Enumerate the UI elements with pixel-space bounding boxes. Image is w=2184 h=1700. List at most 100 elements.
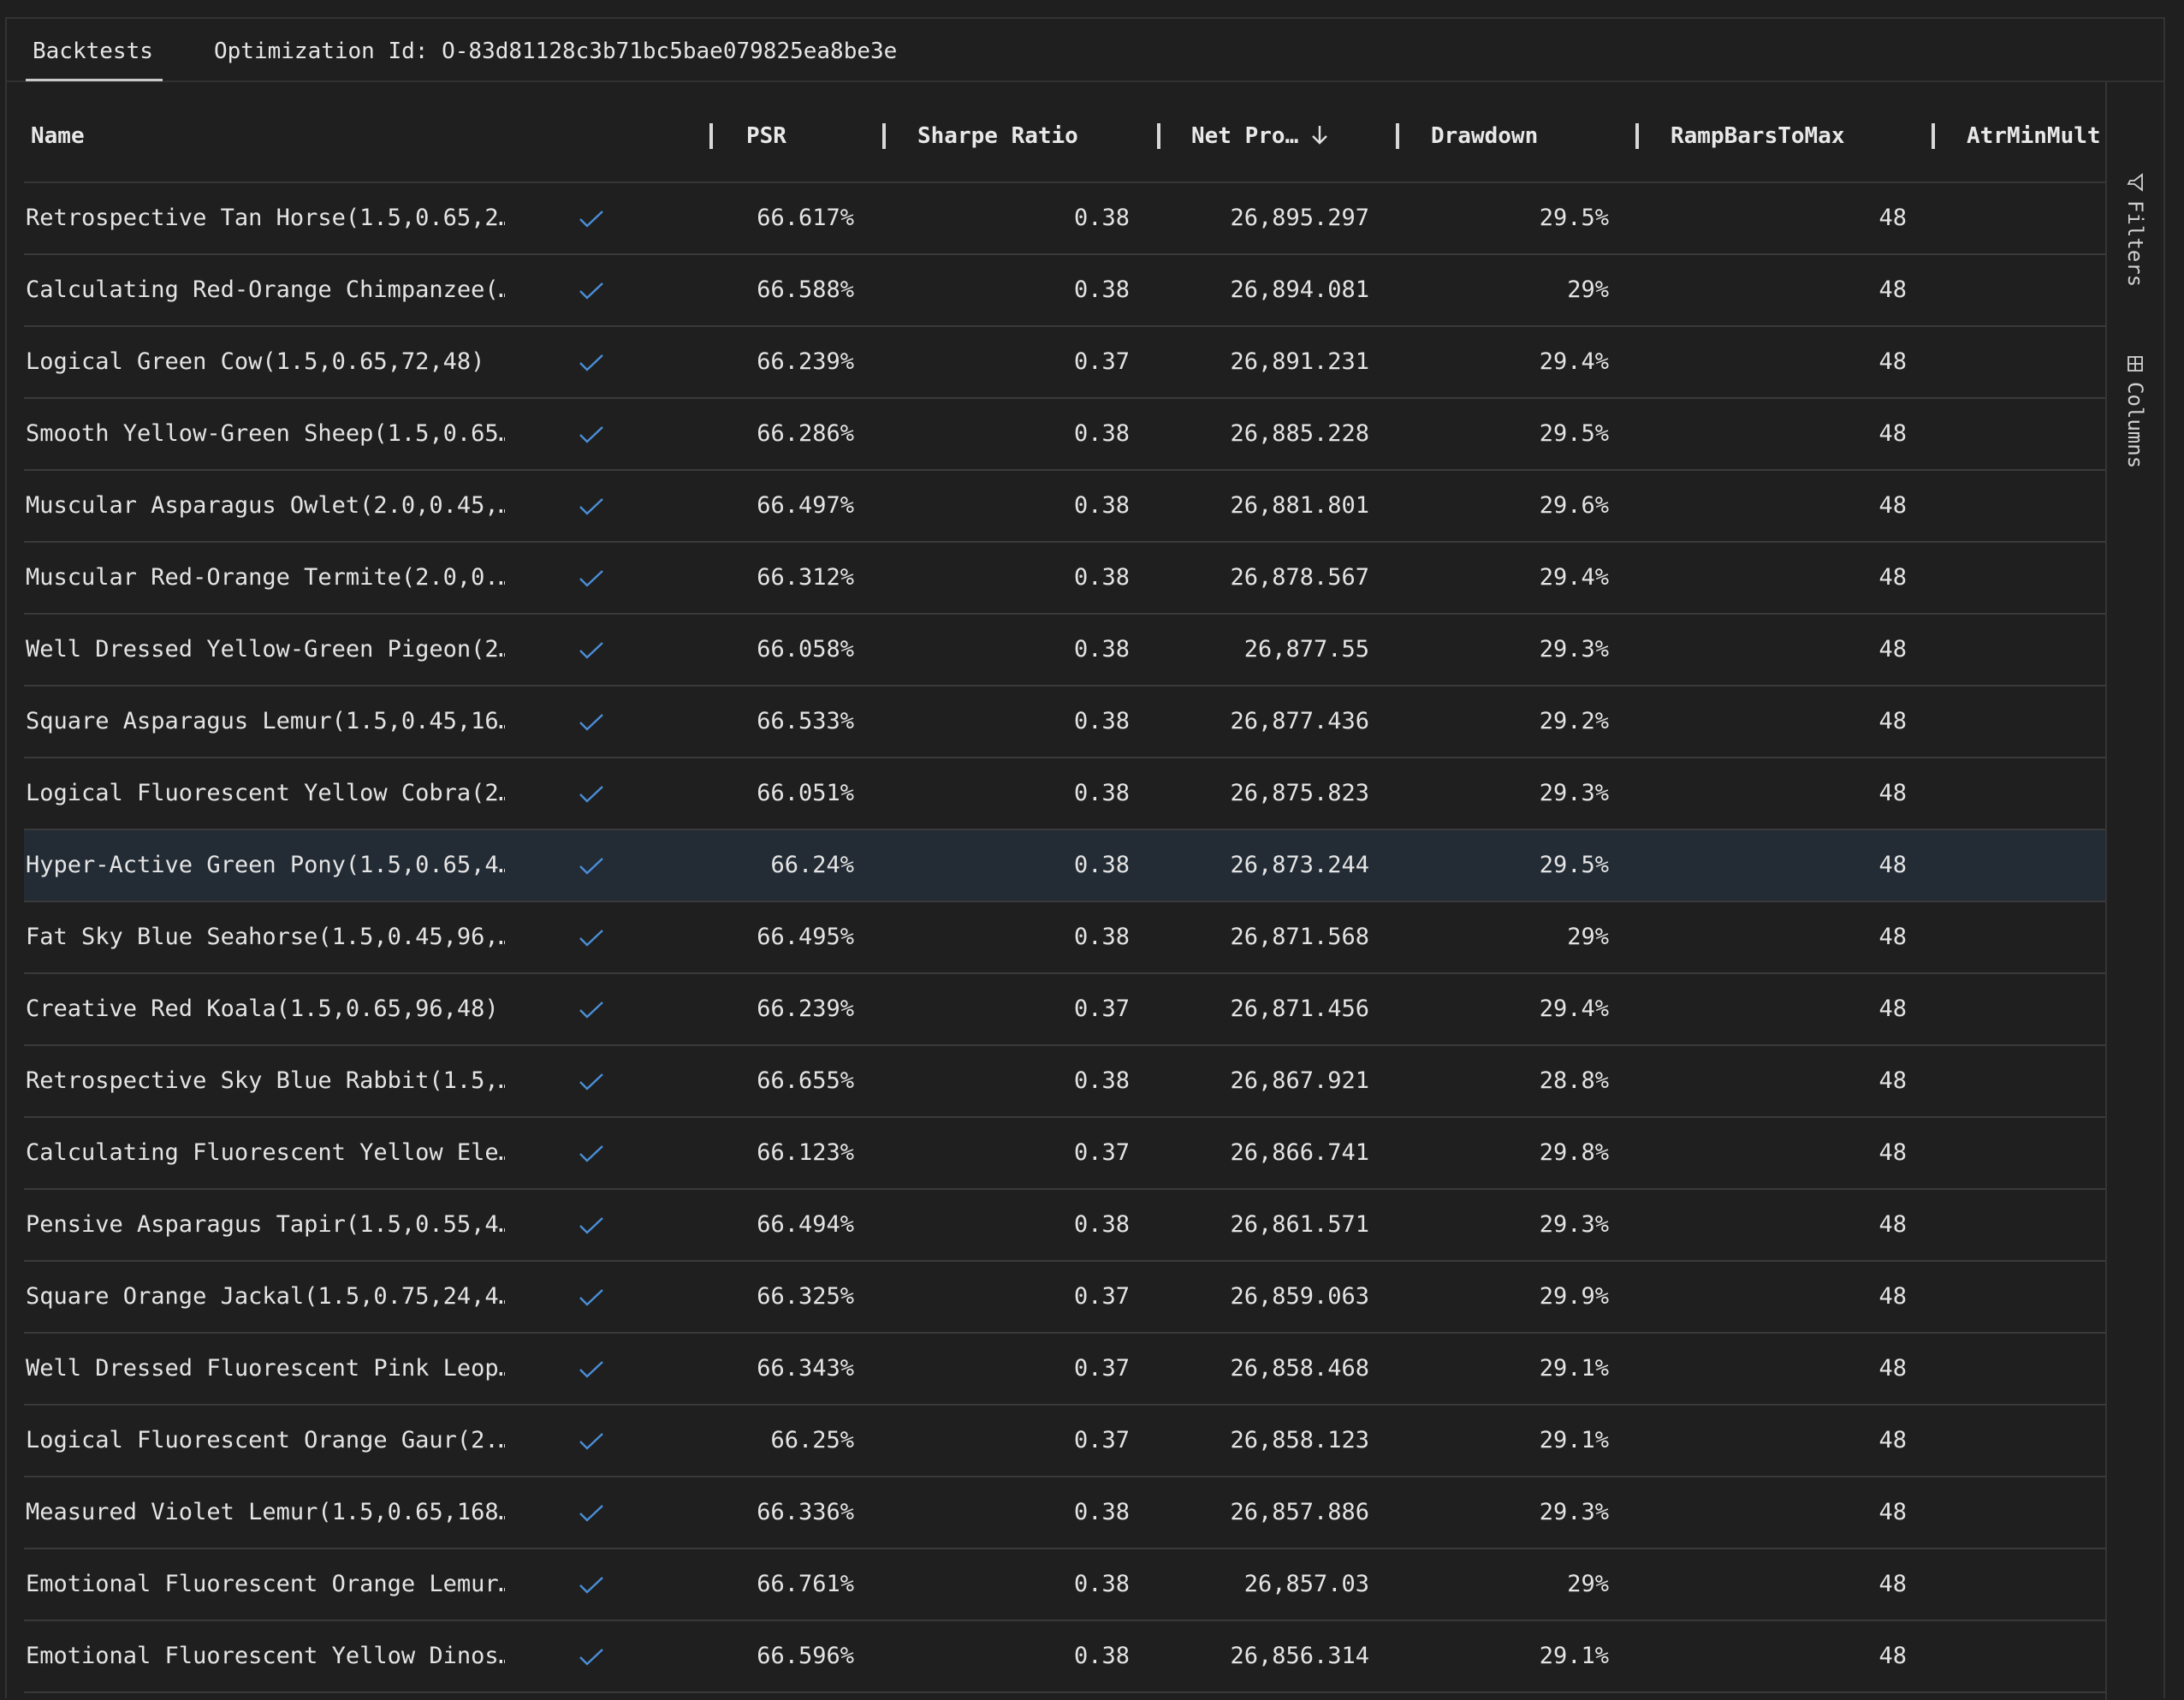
column-header-atr-min-mult[interactable]: AtrMinMult	[1967, 123, 2101, 149]
cell-net-profit: 26,871.456	[1230, 996, 1369, 1022]
table-row[interactable]: Retrospective Tan Horse(1.5,0.65,2… 66.61…	[24, 183, 2105, 255]
table-row[interactable]: Logical Green Cow(1.5,0.65,72,48) 66.239%…	[24, 327, 2105, 399]
cell-sharpe-ratio: 0.38	[1073, 420, 1130, 447]
cell-drawdown: 29.3%	[1539, 1211, 1609, 1238]
cell-ramp-bars-to-max: 48	[1878, 708, 1907, 734]
side-bar: Filters Columns	[2105, 82, 2163, 1700]
cell-net-profit: 26,861.571	[1230, 1211, 1369, 1238]
table-row[interactable]: Creative Red Koala(1.5,0.65,96,48) 66.239…	[24, 974, 2105, 1046]
cell-ramp-bars-to-max: 48	[1878, 1355, 1907, 1382]
cell-drawdown: 29%	[1567, 276, 1609, 303]
cell-name: Pensive Asparagus Tapir(1.5,0.55,4…	[26, 1211, 505, 1238]
table-row[interactable]: Smooth Yellow-Green Sheep(1.5,0.65… 66.28…	[24, 399, 2105, 471]
arrow-down-icon[interactable]	[1310, 123, 1329, 149]
cell-sharpe-ratio: 0.38	[1073, 1067, 1130, 1094]
cell-psr: 66.761%	[757, 1571, 854, 1597]
cell-name: Calculating Fluorescent Yellow Ele…	[26, 1139, 505, 1166]
grid-header: Name PSR Sharpe Ratio Net Pro… Drawdown …	[24, 82, 2105, 183]
column-resize-handle[interactable]	[1932, 123, 1935, 149]
column-header-drawdown[interactable]: Drawdown	[1431, 123, 1538, 149]
cell-sharpe-ratio: 0.37	[1073, 1283, 1130, 1310]
cell-drawdown: 29.4%	[1539, 996, 1609, 1022]
cell-ramp-bars-to-max: 48	[1878, 564, 1907, 591]
column-resize-handle[interactable]	[1396, 123, 1399, 149]
table-row[interactable]: Square Orange Jackal(1.5,0.75,24,4… 66.32…	[24, 1262, 2105, 1334]
cell-psr: 66.494%	[757, 1211, 854, 1238]
columns-button[interactable]: Columns	[2114, 354, 2157, 468]
cell-ramp-bars-to-max: 48	[1878, 996, 1907, 1022]
check-icon	[579, 471, 613, 541]
cell-net-profit: 26,867.921	[1230, 1067, 1369, 1094]
tab-backtests[interactable]: Backtests	[33, 33, 153, 70]
table-row[interactable]: Emotional Fluorescent Yellow Dinos… 66.59…	[24, 1621, 2105, 1693]
table-row[interactable]: Logical Fluorescent Yellow Cobra(2… 66.05…	[24, 758, 2105, 830]
column-header-psr[interactable]: PSR	[746, 123, 786, 149]
cell-psr: 66.051%	[757, 780, 854, 806]
cell-sharpe-ratio: 0.37	[1073, 1427, 1130, 1453]
table-row[interactable]: Hyper-Active Green Pony(1.5,0.65,4… 66.24…	[24, 830, 2105, 902]
filters-button[interactable]: Filters	[2114, 173, 2157, 287]
cell-drawdown: 29.2%	[1539, 708, 1609, 734]
table-row[interactable]: Square Asparagus Lemur(1.5,0.45,16… 66.53…	[24, 687, 2105, 758]
tab-optimization-id[interactable]: Optimization Id: O-83d81128c3b71bc5bae07…	[214, 33, 897, 70]
tab-bar: Backtests Optimization Id: O-83d81128c3b…	[7, 19, 2163, 82]
table-row[interactable]: Muscular Red-Orange Termite(2.0,0.… 66.31…	[24, 543, 2105, 615]
table-row[interactable]: Calculating Red-Orange Chimpanzee(… 66.58…	[24, 255, 2105, 327]
cell-drawdown: 29.3%	[1539, 636, 1609, 663]
cell-ramp-bars-to-max: 48	[1878, 1067, 1907, 1094]
cell-net-profit: 26,856.314	[1230, 1643, 1369, 1669]
cell-drawdown: 29.5%	[1539, 420, 1609, 447]
table-row[interactable]: Measured Violet Lemur(1.5,0.65,168… 66.33…	[24, 1477, 2105, 1549]
column-resize-handle[interactable]	[1635, 123, 1639, 149]
column-resize-handle[interactable]	[882, 123, 886, 149]
check-icon	[579, 1334, 613, 1404]
cell-psr: 66.058%	[757, 636, 854, 663]
columns-label: Columns	[2123, 382, 2147, 469]
table-row[interactable]: Well Dressed Yellow-Green Pigeon(2… 66.05…	[24, 615, 2105, 687]
column-resize-handle[interactable]	[1157, 123, 1160, 149]
column-header-net-profit-label: Net Pro…	[1191, 123, 1299, 149]
filter-icon	[2123, 173, 2147, 192]
table-row[interactable]: Well Dressed Fluorescent Pink Leop… 66.34…	[24, 1334, 2105, 1406]
cell-drawdown: 29.4%	[1539, 564, 1609, 591]
table-row[interactable]: Fat Sky Blue Seahorse(1.5,0.45,96,… 66.49…	[24, 902, 2105, 974]
cell-drawdown: 29.4%	[1539, 348, 1609, 375]
cell-psr: 66.533%	[757, 708, 854, 734]
filters-label: Filters	[2123, 200, 2147, 288]
cell-net-profit: 26,894.081	[1230, 276, 1369, 303]
cell-sharpe-ratio: 0.38	[1073, 780, 1130, 806]
check-icon	[579, 1190, 613, 1260]
check-icon	[579, 543, 613, 613]
column-resize-handle[interactable]	[709, 123, 713, 149]
table-row[interactable]: Muscular Asparagus Owlet(2.0,0.45,… 66.49…	[24, 471, 2105, 543]
cell-ramp-bars-to-max: 48	[1878, 1283, 1907, 1310]
table-row[interactable]: Emotional Fluorescent Orange Lemur… 66.76…	[24, 1549, 2105, 1621]
cell-psr: 66.588%	[757, 276, 854, 303]
cell-psr: 66.497%	[757, 492, 854, 519]
check-icon	[579, 687, 613, 757]
cell-name: Creative Red Koala(1.5,0.65,96,48)	[26, 996, 499, 1022]
column-header-ramp-bars-to-max[interactable]: RampBarsToMax	[1671, 123, 1845, 149]
cell-net-profit: 26,857.886	[1230, 1499, 1369, 1525]
cell-sharpe-ratio: 0.37	[1073, 1139, 1130, 1166]
cell-drawdown: 29.1%	[1539, 1643, 1609, 1669]
column-header-name[interactable]: Name	[31, 123, 85, 149]
column-header-net-profit[interactable]: Net Pro…	[1191, 123, 1329, 149]
check-icon	[579, 902, 613, 972]
cell-name: Well Dressed Yellow-Green Pigeon(2…	[26, 636, 505, 663]
cell-sharpe-ratio: 0.38	[1073, 924, 1130, 950]
column-header-sharpe-ratio[interactable]: Sharpe Ratio	[917, 123, 1078, 149]
check-icon	[579, 255, 613, 325]
table-row[interactable]: Logical Fluorescent Orange Gaur(2.… 66.25…	[24, 1406, 2105, 1477]
table-row[interactable]: Pensive Asparagus Tapir(1.5,0.55,4… 66.49…	[24, 1190, 2105, 1262]
cell-ramp-bars-to-max: 48	[1878, 1643, 1907, 1669]
cell-ramp-bars-to-max: 48	[1878, 1211, 1907, 1238]
cell-sharpe-ratio: 0.38	[1073, 492, 1130, 519]
cell-name: Muscular Red-Orange Termite(2.0,0.…	[26, 564, 505, 591]
cell-name: Square Asparagus Lemur(1.5,0.45,16…	[26, 708, 505, 734]
table-row[interactable]: Retrospective Sky Blue Rabbit(1.5,… 66.65…	[24, 1046, 2105, 1118]
cell-sharpe-ratio: 0.38	[1073, 852, 1130, 878]
cell-ramp-bars-to-max: 48	[1878, 1499, 1907, 1525]
table-row[interactable]: Calculating Fluorescent Yellow Ele… 66.12…	[24, 1118, 2105, 1190]
check-icon	[579, 1621, 613, 1691]
